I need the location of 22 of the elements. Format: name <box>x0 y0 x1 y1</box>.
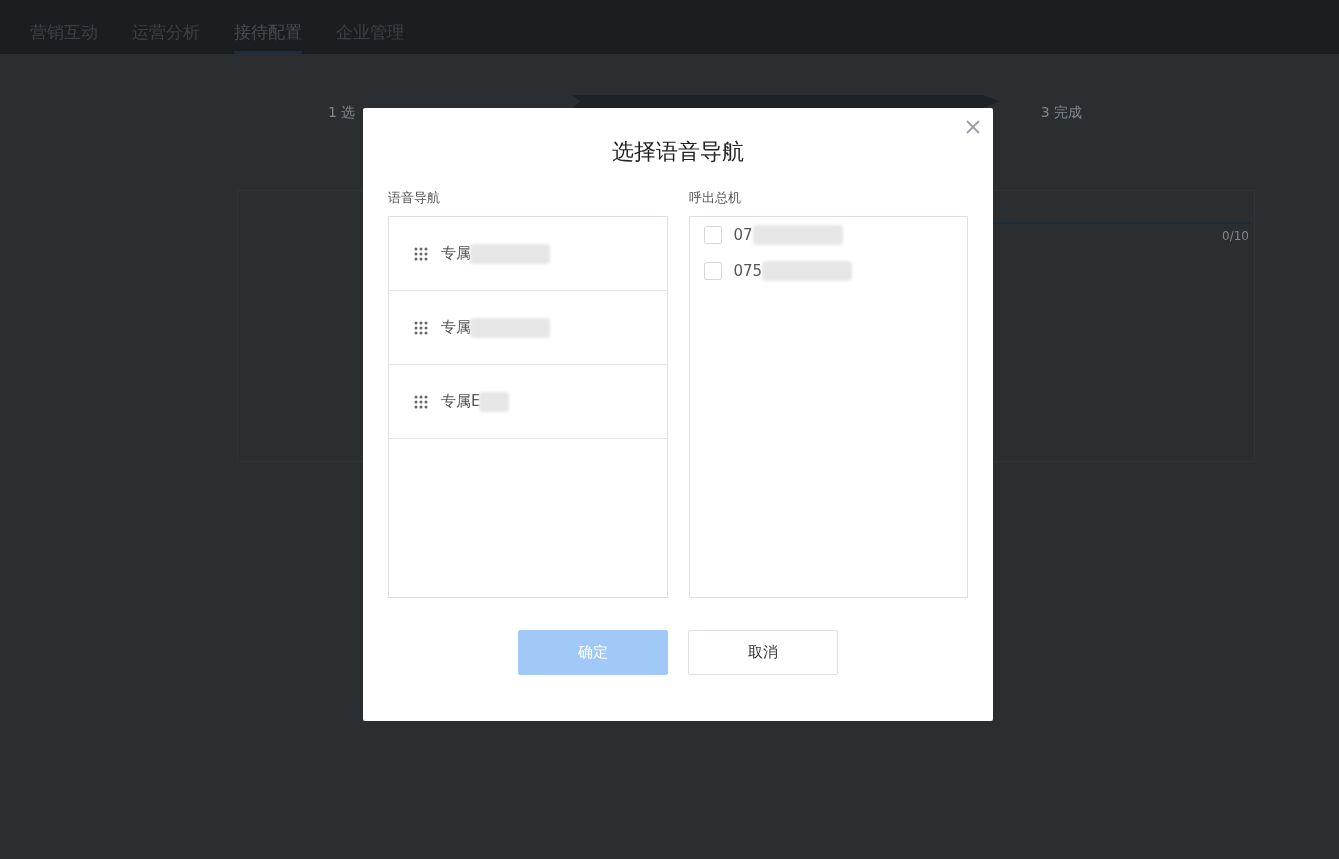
navigation-item[interactable]: 专属 <box>389 217 667 291</box>
checkbox[interactable] <box>703 262 722 280</box>
navigation-name: 专属 <box>441 244 471 263</box>
checkbox[interactable] <box>703 226 722 244</box>
column-label: 语音导航 <box>388 190 440 207</box>
trunk-number: 075 <box>733 262 763 280</box>
column-label: 呼出总机 <box>688 190 741 207</box>
step-label: 1 选 <box>327 104 357 122</box>
redaction-mark <box>479 391 510 412</box>
cancel-button[interactable]: 取消 <box>688 630 838 675</box>
close-icon[interactable] <box>965 119 981 135</box>
navigation-item[interactable]: 专属 <box>389 291 667 365</box>
drag-handle-icon[interactable] <box>414 320 428 335</box>
step-label: 3 完成 <box>1039 104 1083 122</box>
trunk-number: 07 <box>733 226 753 244</box>
navigation-item[interactable]: 专属E <box>389 365 667 439</box>
navigation-name: 专属E <box>441 392 481 411</box>
drag-handle-icon[interactable] <box>414 394 428 409</box>
navigation-name: 专属 <box>441 318 471 337</box>
drag-handle-icon[interactable] <box>414 246 428 261</box>
character-counter: 0/10 <box>1222 229 1249 243</box>
dialog-title: 选择语音导航 <box>612 138 744 166</box>
